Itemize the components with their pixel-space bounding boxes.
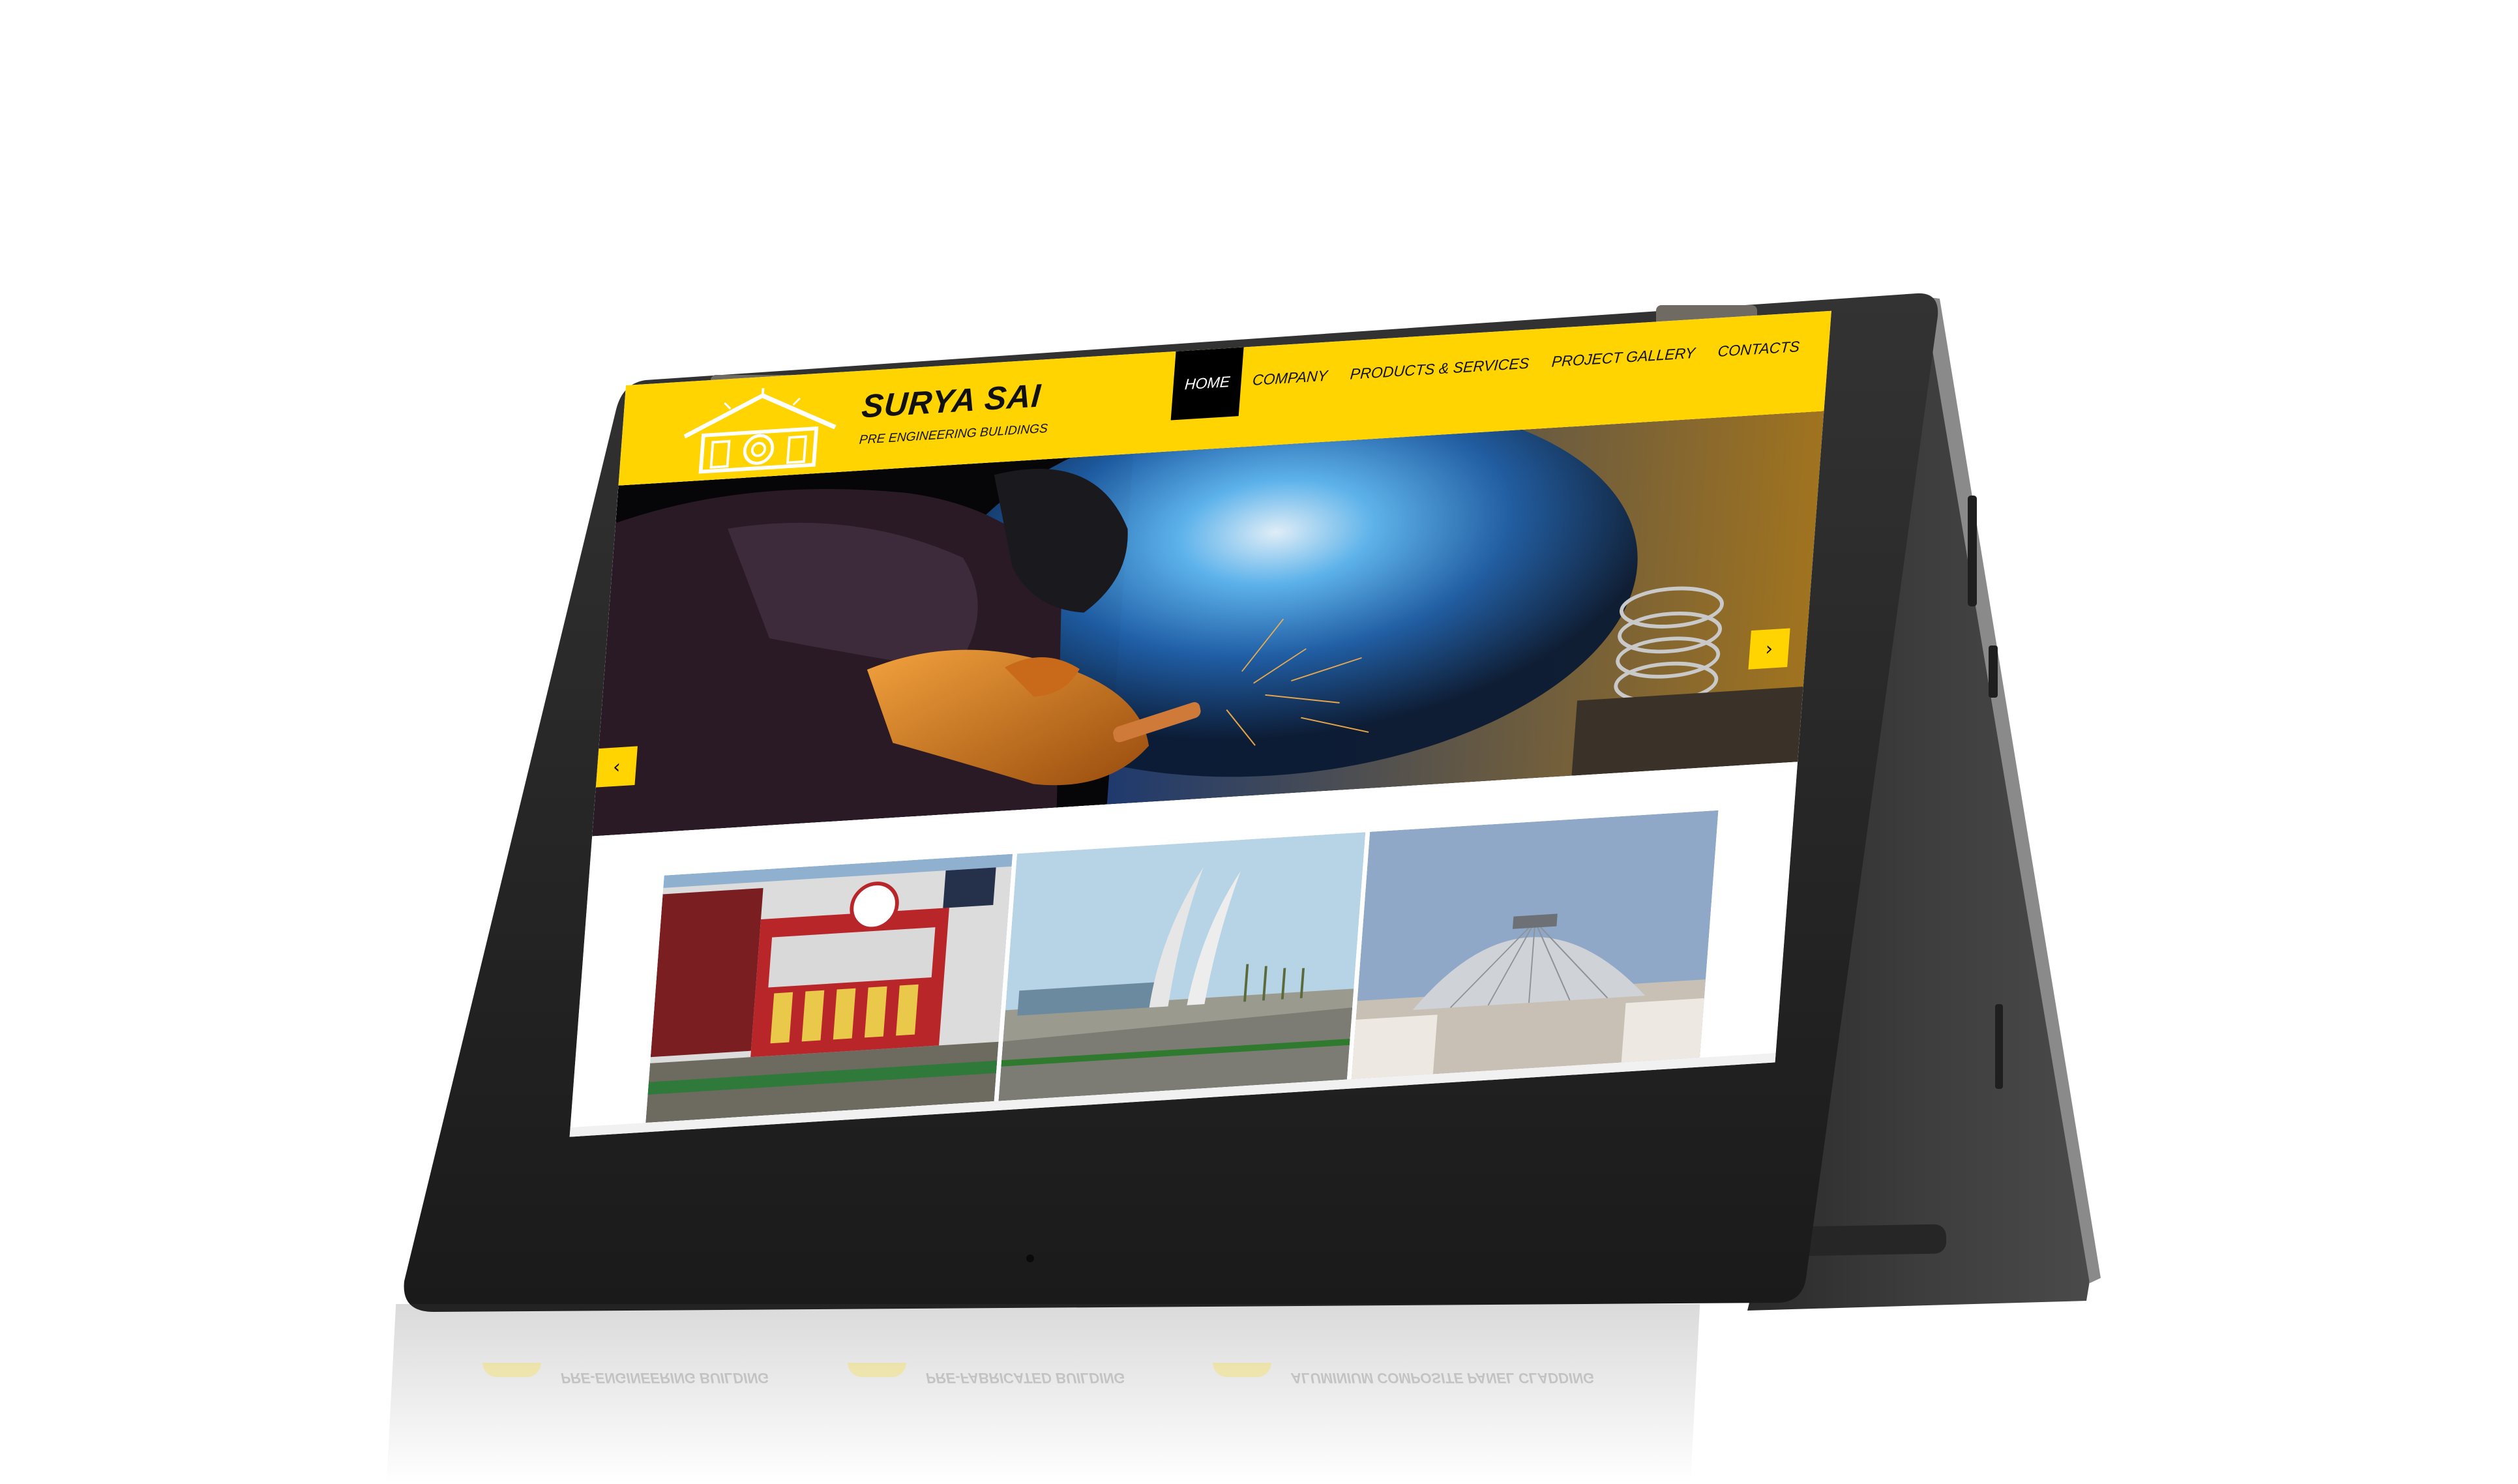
gallery-card-dome[interactable]: [1351, 810, 1719, 1080]
product-mockup-scene: SURYA SAI PRE ENGINEERING BULIDINGS HOME…: [0, 0, 2518, 1484]
side-port-2: [1989, 646, 1998, 698]
side-port-1: [1968, 496, 1977, 606]
reflection-circle: [482, 1363, 541, 1377]
nav-item-contacts[interactable]: CONTACTS: [1704, 312, 1813, 387]
nav-item-project-gallery[interactable]: PROJECT GALLERY: [1538, 318, 1710, 397]
house-logo-icon[interactable]: [675, 383, 845, 477]
brand-tagline: PRE ENGINEERING BULIDINGS: [859, 421, 1048, 447]
gallery-card-mall[interactable]: [645, 853, 1013, 1123]
gallery-card-gateway[interactable]: [998, 832, 1366, 1101]
aluminium-dome-roof-photo-icon: [1351, 810, 1719, 1080]
slider-prev-button[interactable]: ‹: [595, 746, 638, 788]
shopping-mall-facade-photo-icon: [645, 853, 1013, 1123]
side-port-3: [1995, 1004, 2003, 1089]
bezel-sensor: [1026, 1254, 1034, 1262]
reflection-circle: [848, 1363, 906, 1377]
reflection-text: PRE-ENGINEERING BUILDING: [561, 1370, 769, 1386]
nav-item-products-services[interactable]: PRODUCTS & SERVICES: [1336, 329, 1543, 410]
nav-item-company[interactable]: COMPANY: [1239, 341, 1342, 416]
floor-reflection: [386, 1304, 1700, 1484]
nav-item-home[interactable]: HOME: [1170, 347, 1244, 421]
laptop-screen: SURYA SAI PRE ENGINEERING BULIDINGS HOME…: [569, 310, 1831, 1137]
reflection-circle: [1213, 1363, 1271, 1377]
slider-next-button[interactable]: ›: [1748, 628, 1790, 670]
reflection-text: PRE-FABRICATED BUILDING: [926, 1370, 1125, 1386]
brand-name[interactable]: SURYA SAI: [861, 377, 1043, 426]
curved-arch-gateway-photo-icon: [998, 832, 1366, 1101]
reflection-text: ALUMINIUM COMPOSITE PANEL CLADDING: [1291, 1370, 1594, 1386]
